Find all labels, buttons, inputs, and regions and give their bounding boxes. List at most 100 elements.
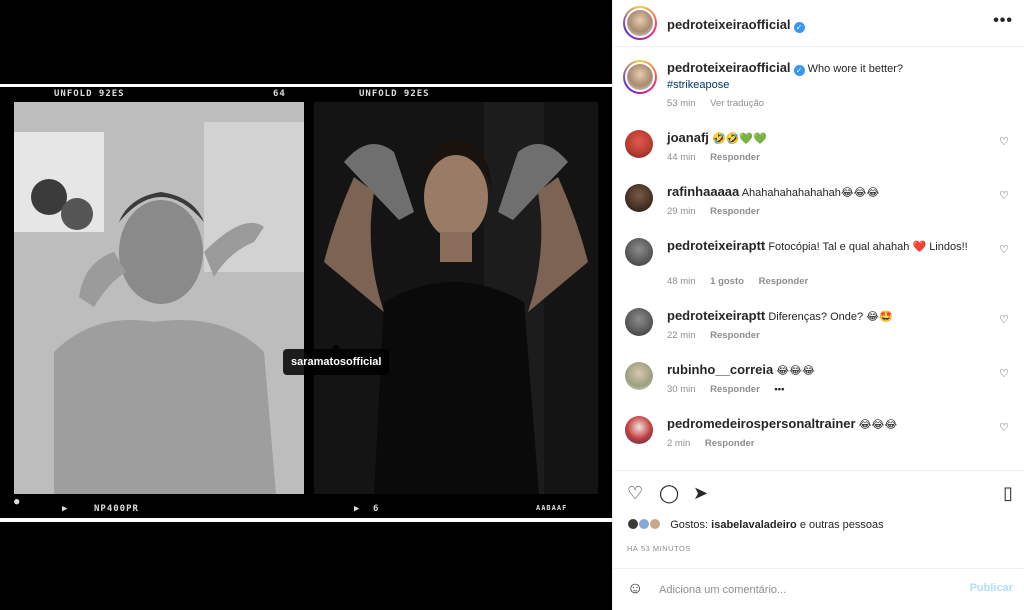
comment-body: 🤣🤣💚💚	[711, 133, 767, 145]
comment-meta: 29 min Responder	[667, 206, 760, 217]
post-side-panel: pedroteixeiraofficial ✓ ••• pedroteixeira…	[612, 0, 1024, 610]
comment-text: rafinhaaaaa Ahahahahahahahah😂😂😂	[667, 184, 985, 201]
reply-button[interactable]: Responder	[710, 330, 760, 341]
comment-item: pedroteixeiraptt Diferenças? Onde? 😂🤩 22…	[625, 306, 1009, 346]
comment-more-icon[interactable]: •••	[774, 384, 784, 395]
comment-like-icon[interactable]: ♡	[999, 135, 1009, 148]
comment-body: Ahahahahahahahah😂😂😂	[741, 187, 880, 199]
caption-text: pedroteixeiraofficial ✓ Who wore it bette…	[667, 60, 985, 93]
comment-like-icon[interactable]: ♡	[999, 421, 1009, 434]
film-label-left-top: UNFOLD 92ES	[54, 89, 125, 99]
comment-body: 😂😂😂	[776, 365, 815, 377]
posted-ago: HÁ 53 MINUTOS	[627, 544, 691, 553]
comment-body: Fotocópia! Tal e qual ahahah ❤️ Lindos!!	[768, 241, 968, 253]
comment-avatar[interactable]	[625, 416, 653, 444]
man-illustration	[14, 102, 304, 494]
comment-avatar[interactable]	[625, 362, 653, 390]
comment-like-icon[interactable]: ♡	[999, 189, 1009, 202]
instagram-post-view: UNFOLD 92ES 64 UNFOLD 92ES ● ▶ NP400PR ▶…	[0, 0, 1024, 610]
reply-button[interactable]: Responder	[710, 384, 760, 395]
reply-button[interactable]: Responder	[710, 206, 760, 217]
comment-likes-count[interactable]: 1 gosto	[710, 276, 744, 287]
see-translation-link[interactable]: Ver tradução	[710, 98, 764, 109]
comment-item: rubinho__correia 😂😂😂 30 min Responder ••…	[625, 360, 1009, 400]
header-avatar[interactable]	[623, 6, 657, 40]
film-arrow-left: ▶	[62, 504, 69, 514]
caption: pedroteixeiraofficial ✓ Who wore it bette…	[623, 60, 1009, 118]
comment-item: joanafj 🤣🤣💚💚 44 min Responder ♡	[625, 128, 1009, 168]
film-user-icon: ●	[14, 497, 21, 507]
comment-item: rafinhaaaaa Ahahahahahahahah😂😂😂 29 min R…	[625, 182, 1009, 222]
likes-prefix: Gostos:	[670, 519, 709, 531]
comment-like-icon[interactable]: ♡	[999, 243, 1009, 256]
heart-icon[interactable]: ♡	[627, 483, 643, 504]
comment-time: 22 min	[667, 330, 696, 341]
caption-username[interactable]: pedroteixeiraofficial	[667, 60, 791, 75]
caption-hashtag[interactable]: #strikeapose	[667, 79, 729, 91]
film-label-right-bottom: AABAAF	[536, 504, 568, 512]
likes-user[interactable]: isabelavaladeiro	[711, 519, 797, 531]
comment-composer: ☺ Publicar	[613, 568, 1024, 610]
comment-text: rubinho__correia 😂😂😂	[667, 362, 985, 379]
comment-username[interactable]: pedroteixeiraptt	[667, 238, 765, 253]
likes-suffix[interactable]: e outras pessoas	[800, 519, 884, 531]
reply-button[interactable]: Responder	[759, 276, 809, 287]
comment-avatar[interactable]	[625, 238, 653, 266]
comment-meta: 48 min 1 gosto Responder	[667, 276, 808, 287]
film-border-bottom	[0, 518, 612, 522]
caption-meta: 53 min Ver tradução	[667, 98, 776, 109]
bookmark-icon[interactable]: ▯	[1003, 483, 1013, 504]
caption-avatar[interactable]	[623, 60, 657, 94]
comment-username[interactable]: pedroteixeiraptt	[667, 308, 765, 323]
post-actions: ♡ ◯ ➤ ▯ Gostos: isabelavaladeiro e outra…	[613, 470, 1024, 578]
comment-username[interactable]: rubinho__correia	[667, 362, 773, 377]
avatar-photo	[627, 10, 653, 36]
comment-item: pedromedeirospersonaltrainer 😂😂😂 2 min R…	[625, 414, 1009, 454]
comment-icon[interactable]: ◯	[659, 483, 679, 504]
comment-text: pedroteixeiraptt Fotocópia! Tal e qual a…	[667, 238, 985, 255]
comment-like-icon[interactable]: ♡	[999, 367, 1009, 380]
reply-button[interactable]: Responder	[705, 438, 755, 449]
film-label-center-top: 64	[273, 89, 286, 99]
comment-text: pedromedeirospersonaltrainer 😂😂😂	[667, 416, 985, 433]
header-username-wrap[interactable]: pedroteixeiraofficial ✓	[667, 16, 805, 34]
film-label-left-bottom: NP400PR	[94, 504, 139, 514]
comment-time: 2 min	[667, 438, 691, 449]
woman-illustration	[314, 102, 598, 494]
comment-input[interactable]	[659, 580, 949, 600]
comment-like-icon[interactable]: ♡	[999, 313, 1009, 326]
comment-item: pedroteixeiraptt Fotocópia! Tal e qual a…	[625, 236, 1009, 296]
avatar-photo	[627, 64, 653, 90]
film-arrow-mid: ▶	[354, 504, 361, 514]
post-media[interactable]: UNFOLD 92ES 64 UNFOLD 92ES ● ▶ NP400PR ▶…	[0, 0, 612, 610]
comment-text: pedroteixeiraptt Diferenças? Onde? 😂🤩	[667, 308, 985, 325]
comment-meta: 30 min Responder •••	[667, 384, 784, 395]
comment-time: 44 min	[667, 152, 696, 163]
user-tag[interactable]: saramatosofficial	[283, 344, 390, 375]
comment-meta: 44 min Responder	[667, 152, 760, 163]
comment-username[interactable]: joanafj	[667, 130, 709, 145]
publish-button[interactable]: Publicar	[970, 582, 1013, 594]
post-header: pedroteixeiraofficial ✓ •••	[613, 0, 1024, 47]
caption-body: Who wore it better?	[807, 63, 903, 75]
comment-time: 48 min	[667, 276, 696, 287]
film-strip-image: UNFOLD 92ES 64 UNFOLD 92ES ● ▶ NP400PR ▶…	[0, 84, 612, 524]
caption-time: 53 min	[667, 98, 696, 109]
comments-list[interactable]: pedroteixeiraofficial ✓ Who wore it bette…	[613, 48, 1024, 470]
more-options-icon[interactable]: •••	[993, 12, 1013, 30]
likes-summary[interactable]: Gostos: isabelavaladeiro e outras pessoa…	[627, 518, 884, 531]
comment-avatar[interactable]	[625, 130, 653, 158]
comment-body: 😂😂😂	[858, 419, 898, 431]
comment-meta: 2 min Responder	[667, 438, 755, 449]
header-username[interactable]: pedroteixeiraofficial	[667, 17, 791, 32]
comment-avatar[interactable]	[625, 308, 653, 336]
emoji-icon[interactable]: ☺	[627, 580, 643, 598]
photo-man-posing	[14, 102, 304, 494]
comment-meta: 22 min Responder	[667, 330, 760, 341]
comment-username[interactable]: rafinhaaaaa	[667, 184, 739, 199]
comment-avatar[interactable]	[625, 184, 653, 212]
comment-username[interactable]: pedromedeirospersonaltrainer	[667, 416, 856, 431]
share-icon[interactable]: ➤	[693, 483, 708, 504]
comment-body: Diferenças? Onde? 😂🤩	[768, 311, 893, 323]
reply-button[interactable]: Responder	[710, 152, 760, 163]
